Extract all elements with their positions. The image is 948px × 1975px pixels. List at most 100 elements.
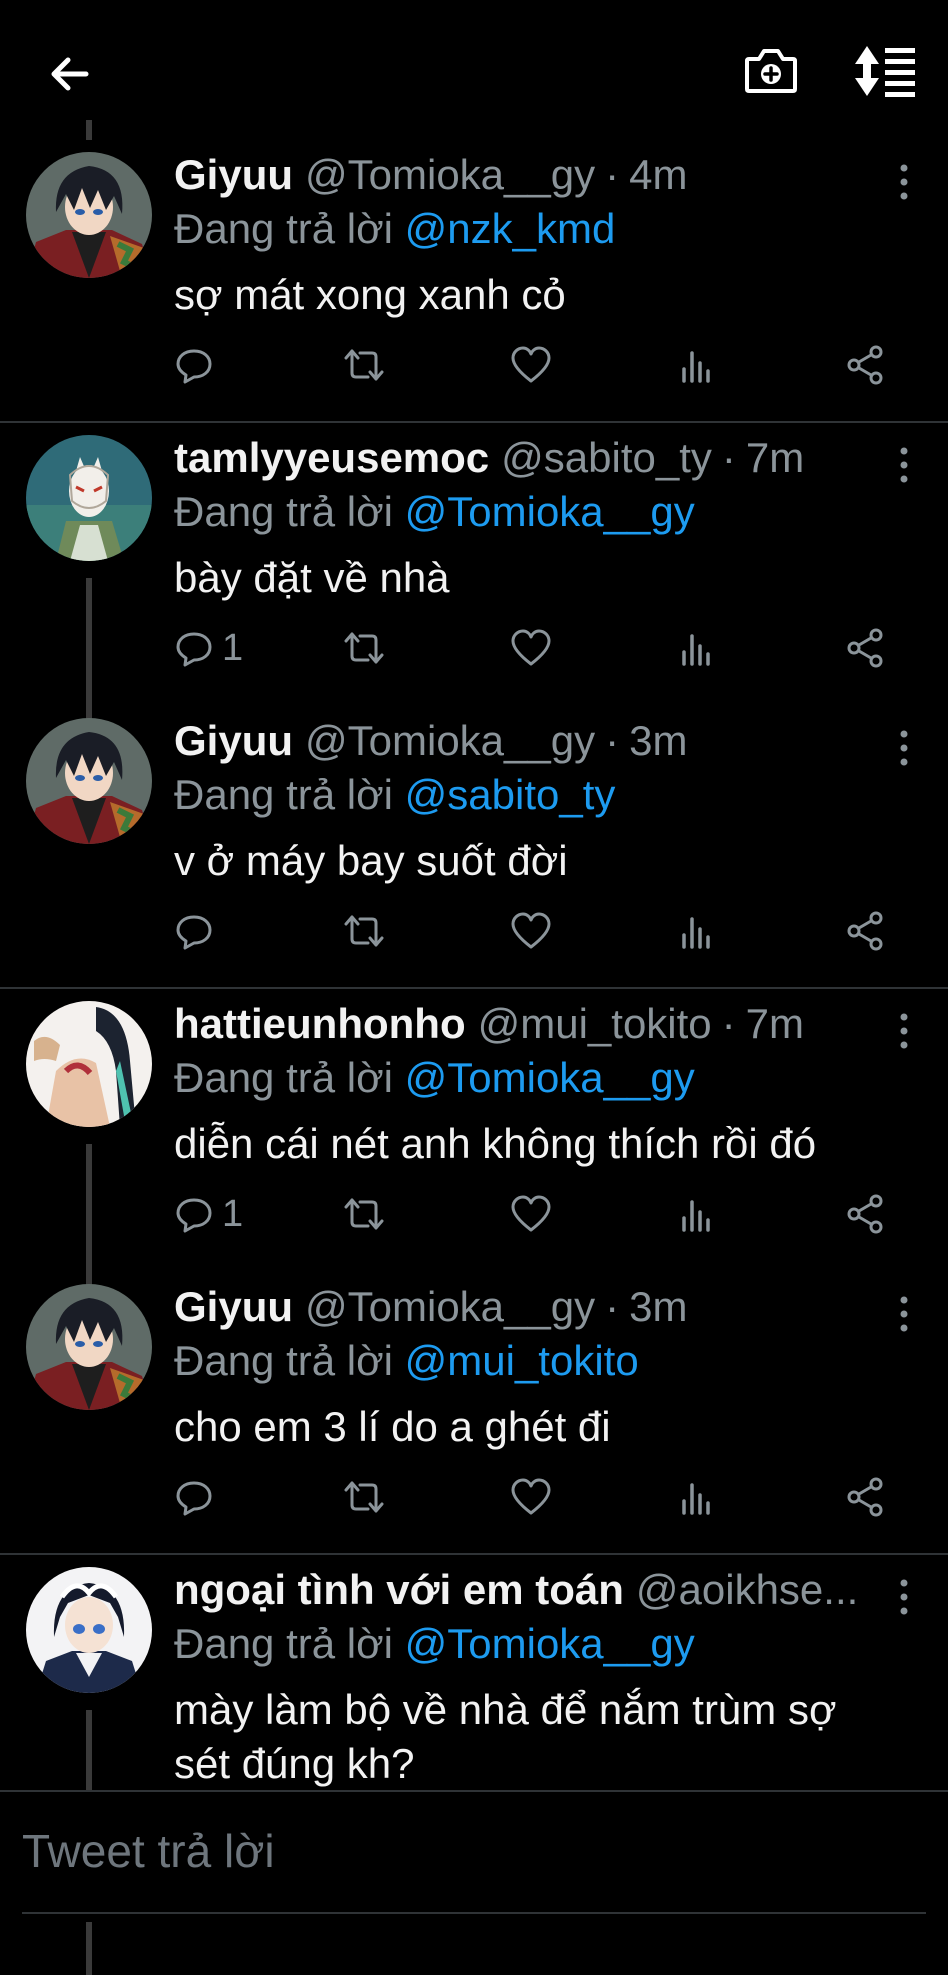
reply-prefix: Đang trả lời: [174, 1054, 405, 1101]
retweet-button[interactable]: [342, 340, 386, 390]
more-options-button[interactable]: [894, 445, 914, 485]
tweet-header: ngoại tình với em toán @aoikhse...: [174, 1563, 868, 1617]
share-button[interactable]: [846, 1472, 886, 1522]
mention-link[interactable]: @Tomioka__gy: [405, 1054, 695, 1101]
more-vertical-icon: [900, 447, 908, 483]
reply-context: Đang trả lời @nzk_kmd: [174, 202, 908, 256]
analytics-button[interactable]: [678, 1189, 718, 1239]
timestamp: 3m: [629, 1283, 688, 1330]
retweet-button[interactable]: [342, 623, 386, 673]
tweet[interactable]: tamlyyeusemoc @sabito_ty · 7m Đang trả l…: [0, 423, 948, 706]
tweet-header: tamlyyeusemoc @sabito_ty · 7m: [174, 431, 908, 485]
user-handle[interactable]: @Tomioka__gy: [305, 714, 595, 768]
retweet-button[interactable]: [342, 1189, 386, 1239]
reply-count: 1: [222, 1192, 244, 1235]
user-handle[interactable]: @aoikhse...: [636, 1563, 858, 1617]
mention-link[interactable]: @Tomioka__gy: [405, 1620, 695, 1667]
more-options-button[interactable]: [894, 162, 914, 202]
mention-link[interactable]: @sabito_ty: [405, 771, 616, 818]
reply-context: Đang trả lời @sabito_ty: [174, 768, 908, 822]
heart-icon: [511, 1478, 551, 1515]
reply-button[interactable]: [174, 340, 222, 390]
user-handle[interactable]: @Tomioka__gy: [305, 148, 595, 202]
reply-button[interactable]: 1: [174, 623, 243, 673]
reply-context: Đang trả lời @Tomioka__gy: [174, 1617, 908, 1671]
user-handle[interactable]: @Tomioka__gy: [305, 1280, 595, 1334]
analytics-button[interactable]: [678, 906, 718, 956]
mention-link[interactable]: @Tomioka__gy: [405, 488, 695, 535]
reply-context: Đang trả lời @mui_tokito: [174, 1334, 908, 1388]
display-name[interactable]: Giyuu: [174, 1280, 293, 1334]
retweet-button[interactable]: [342, 1472, 386, 1522]
display-name[interactable]: Giyuu: [174, 148, 293, 202]
like-button[interactable]: [510, 1189, 552, 1239]
tweet-body: ngoại tình với em toán @aoikhse... Đang …: [174, 1563, 908, 1791]
more-vertical-icon: [900, 164, 908, 200]
analytics-button[interactable]: [678, 1472, 718, 1522]
share-icon: [847, 628, 883, 668]
display-name[interactable]: tamlyyeusemoc: [174, 431, 489, 485]
tweet[interactable]: Giyuu @Tomioka__gy · 4m Đang trả lời @nz…: [0, 120, 948, 423]
user-handle[interactable]: @sabito_ty: [501, 431, 712, 485]
tweet-actions: 1: [174, 1189, 898, 1239]
share-button[interactable]: [846, 623, 886, 673]
reply-prefix: Đang trả lời: [174, 205, 405, 252]
reply-button[interactable]: [174, 906, 222, 956]
reply-composer[interactable]: Tweet trả lời: [0, 1790, 948, 1922]
tweet-actions: 1: [174, 623, 898, 673]
reply-button[interactable]: [174, 1472, 222, 1522]
share-button[interactable]: [846, 1189, 886, 1239]
camera-plus-icon: [745, 49, 797, 93]
tweet[interactable]: Giyuu @Tomioka__gy · 3m Đang trả lời @sa…: [0, 706, 948, 989]
reply-icon: [176, 1198, 212, 1233]
tweet-header: Giyuu @Tomioka__gy · 3m: [174, 714, 908, 768]
avatar[interactable]: [26, 435, 152, 561]
reply-icon: [176, 1481, 212, 1516]
more-options-button[interactable]: [894, 1294, 914, 1334]
analytics-icon: [682, 634, 710, 666]
avatar[interactable]: [26, 152, 152, 278]
reply-input[interactable]: Tweet trả lời: [22, 1824, 275, 1878]
mention-link[interactable]: @mui_tokito: [405, 1337, 639, 1384]
like-button[interactable]: [510, 340, 552, 390]
avatar[interactable]: [26, 1567, 152, 1693]
back-button[interactable]: [38, 42, 102, 106]
share-button[interactable]: [846, 906, 886, 956]
analytics-button[interactable]: [678, 623, 718, 673]
tweet[interactable]: hattieunhonho @mui_tokito · 7m Đang trả …: [0, 989, 948, 1272]
share-icon: [847, 1477, 883, 1517]
tweet[interactable]: Giyuu @Tomioka__gy · 3m Đang trả lời @mu…: [0, 1272, 948, 1555]
tweet-text: cho em 3 lí do a ghét đi: [174, 1403, 611, 1450]
avatar[interactable]: [26, 718, 152, 844]
avatar[interactable]: [26, 1001, 152, 1127]
display-name[interactable]: hattieunhonho: [174, 997, 466, 1051]
user-handle[interactable]: @mui_tokito: [478, 997, 712, 1051]
avatar[interactable]: [26, 1284, 152, 1410]
analytics-button[interactable]: [678, 340, 718, 390]
tweet-header: Giyuu @Tomioka__gy · 4m: [174, 148, 908, 202]
reply-button[interactable]: 1: [174, 1189, 243, 1239]
display-name[interactable]: ngoại tình với em toán: [174, 1563, 624, 1617]
separator-dot: ·: [605, 151, 620, 198]
arrow-left-icon: [51, 57, 89, 91]
mention-link[interactable]: @nzk_kmd: [405, 205, 616, 252]
retweet-icon: [344, 1198, 384, 1230]
more-options-button[interactable]: [894, 728, 914, 768]
share-icon: [847, 1194, 883, 1234]
share-button[interactable]: [846, 340, 886, 390]
separator-dot: ·: [605, 717, 620, 764]
camera-button[interactable]: [740, 40, 802, 102]
like-button[interactable]: [510, 623, 552, 673]
tweet-text: mày làm bộ về nhà để nắm trùm sợ sét đún…: [174, 1686, 837, 1787]
reply-prefix: Đang trả lời: [174, 488, 405, 535]
like-button[interactable]: [510, 1472, 552, 1522]
tweet-text: sợ mát xong xanh cỏ: [174, 271, 566, 318]
sort-button[interactable]: [850, 40, 922, 102]
more-options-button[interactable]: [894, 1577, 914, 1617]
display-name[interactable]: Giyuu: [174, 714, 293, 768]
like-button[interactable]: [510, 906, 552, 956]
reply-prefix: Đang trả lời: [174, 771, 405, 818]
more-options-button[interactable]: [894, 1011, 914, 1051]
retweet-button[interactable]: [342, 906, 386, 956]
tweet-body: Giyuu @Tomioka__gy · 3m Đang trả lời @sa…: [174, 714, 908, 888]
